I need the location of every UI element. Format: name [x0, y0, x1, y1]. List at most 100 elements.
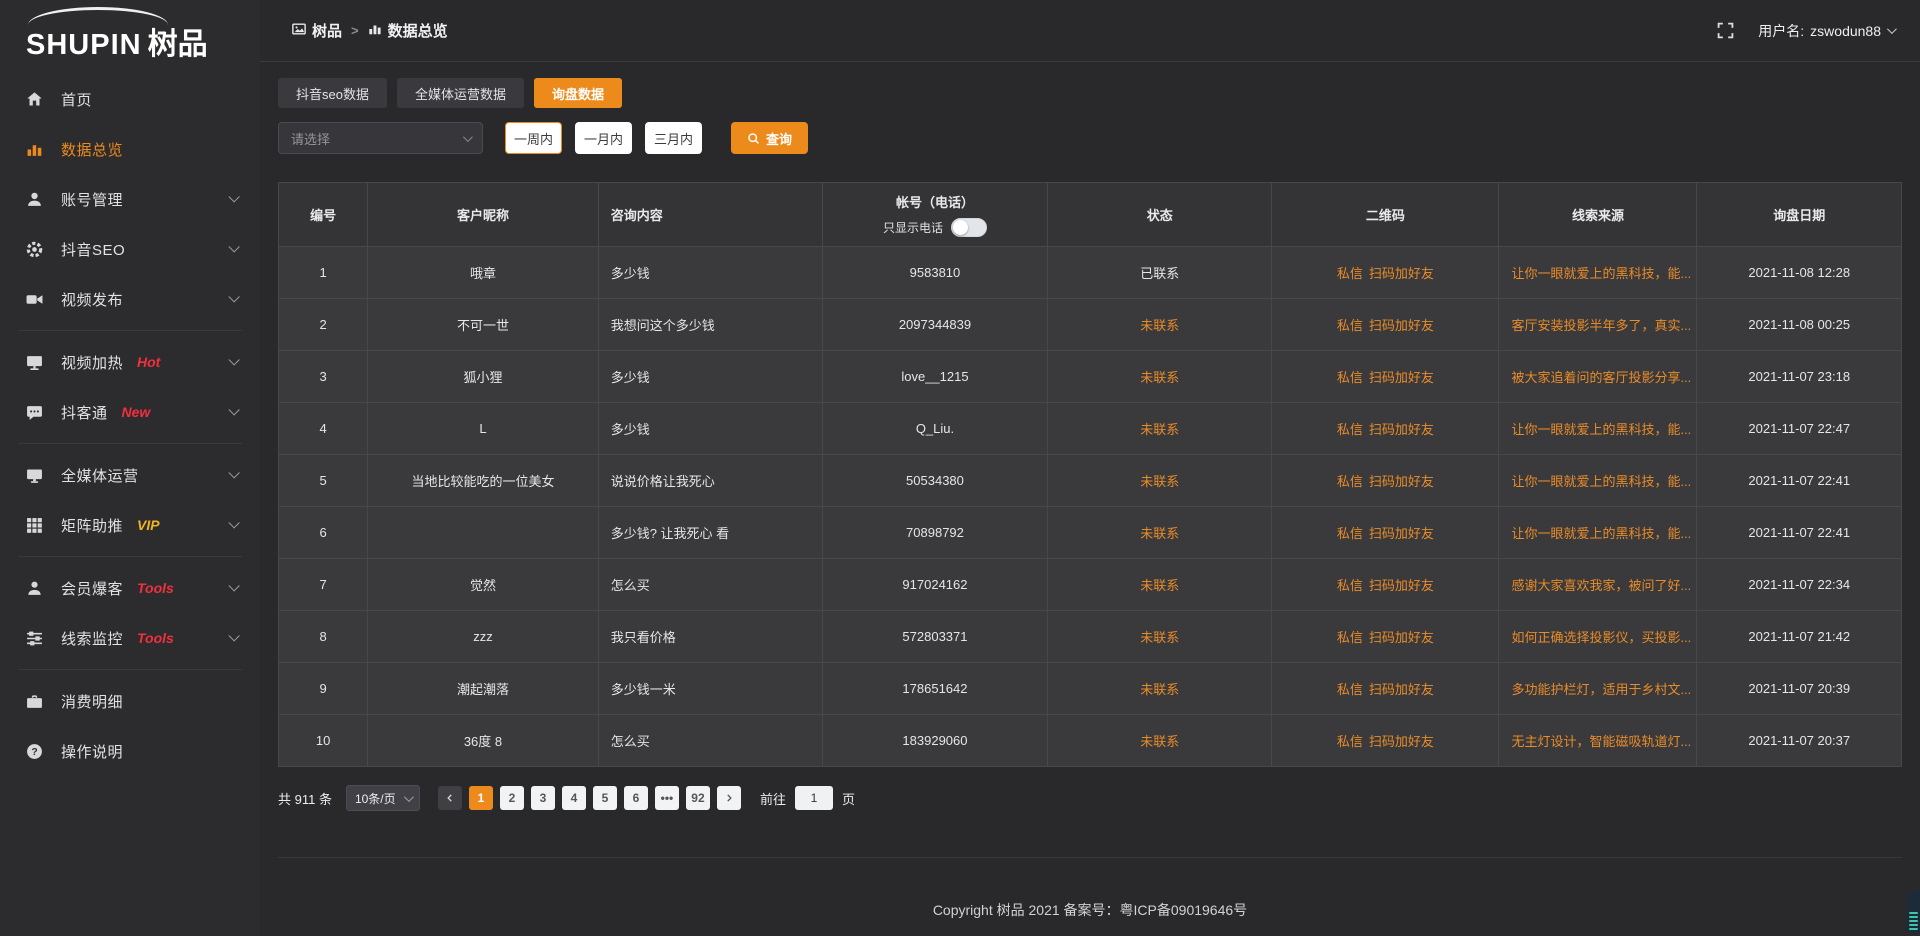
- source-link[interactable]: 如何正确选择投影仪，买投影...: [1511, 630, 1691, 645]
- source-link[interactable]: 让你一眼就爱上的黑科技，能...: [1511, 474, 1691, 489]
- qr-cell: 私信扫码加好友: [1272, 715, 1499, 767]
- source-link[interactable]: 被大家追着问的客厅投影分享...: [1511, 370, 1691, 385]
- source-link[interactable]: 无主灯设计，智能磁吸轨道灯...: [1511, 734, 1691, 749]
- sidebar-badge: Tools: [137, 580, 174, 596]
- chevron-down-icon: [228, 404, 239, 415]
- date-cell: 2021-11-07 22:34: [1697, 559, 1902, 611]
- qr-cell: 私信扫码加好友: [1272, 559, 1499, 611]
- picture-icon: [292, 22, 306, 40]
- floating-widget[interactable]: [1907, 891, 1920, 933]
- page-button-3[interactable]: 3: [531, 786, 555, 810]
- prev-page-button[interactable]: [438, 786, 462, 810]
- page-button-5[interactable]: 5: [593, 786, 617, 810]
- fullscreen-icon[interactable]: [1717, 22, 1734, 39]
- source-link[interactable]: 多功能护栏灯，适用于乡村文...: [1511, 682, 1691, 697]
- qr-action-link[interactable]: 私信: [1337, 315, 1363, 334]
- sidebar-item-label: 抖音SEO: [61, 239, 125, 260]
- qr-action-link[interactable]: 扫码加好友: [1369, 315, 1434, 334]
- qr-action-link[interactable]: 扫码加好友: [1369, 263, 1434, 282]
- source-link[interactable]: 让你一眼就爱上的黑科技，能...: [1511, 422, 1691, 437]
- table-body: 1哦章多少钱9583810已联系私信扫码加好友让你一眼就爱上的黑科技，能...2…: [279, 247, 1902, 767]
- phone-only-toggle[interactable]: [951, 218, 987, 237]
- qr-action-link[interactable]: 私信: [1337, 367, 1363, 386]
- source-link[interactable]: 让你一眼就爱上的黑科技，能...: [1511, 526, 1691, 541]
- source-cell: 无主灯设计，智能磁吸轨道灯...: [1499, 715, 1697, 767]
- range-button-2[interactable]: 三月内: [645, 122, 702, 154]
- qr-action-link[interactable]: 扫码加好友: [1369, 679, 1434, 698]
- next-page-button[interactable]: [717, 786, 741, 810]
- nickname-cell: 潮起潮落: [368, 663, 598, 715]
- status-badge: 未联系: [1140, 682, 1179, 697]
- source-link[interactable]: 客厅安装投影半年多了，真实...: [1511, 318, 1691, 333]
- page-button-1[interactable]: 1: [469, 786, 493, 810]
- qr-action-link[interactable]: 私信: [1337, 679, 1363, 698]
- tab-1[interactable]: 全媒体运营数据: [397, 78, 524, 108]
- qr-action-link[interactable]: 私信: [1337, 471, 1363, 490]
- filter-select[interactable]: 请选择: [278, 122, 483, 154]
- sidebar-item-home[interactable]: 首页: [0, 74, 260, 124]
- sidebar-item-person[interactable]: 会员爆客 Tools: [0, 563, 260, 613]
- qr-action-link[interactable]: 私信: [1337, 263, 1363, 282]
- breadcrumb-item-current[interactable]: 数据总览: [368, 20, 448, 41]
- chevron-down-icon: [228, 191, 239, 202]
- qr-action-link[interactable]: 私信: [1337, 419, 1363, 438]
- sidebar-item-monitor[interactable]: 全媒体运营: [0, 450, 260, 500]
- sidebar-item-screen[interactable]: 视频加热Hot: [0, 337, 260, 387]
- page-size-select[interactable]: 10条/页: [346, 785, 420, 811]
- nickname-cell: 当地比较能吃的一位美女: [368, 455, 598, 507]
- source-link[interactable]: 让你一眼就爱上的黑科技，能...: [1511, 266, 1691, 281]
- nickname-cell: [368, 507, 598, 559]
- table-row: 8zzz我只看价格572803371未联系私信扫码加好友如何正确选择投影仪，买投…: [279, 611, 1902, 663]
- jump-page-input[interactable]: [795, 786, 833, 810]
- qr-cell: 私信扫码加好友: [1272, 299, 1499, 351]
- sidebar-item-grid[interactable]: 矩阵助推VIP: [0, 500, 260, 550]
- content-cell: 多少钱: [598, 403, 822, 455]
- tab-2[interactable]: 询盘数据: [534, 78, 622, 108]
- qr-action-link[interactable]: 扫码加好友: [1369, 575, 1434, 594]
- column-header: 二维码: [1272, 183, 1499, 247]
- sidebar-divider: [18, 556, 242, 557]
- range-button-1[interactable]: 一月内: [575, 122, 632, 154]
- qr-action-link[interactable]: 私信: [1337, 627, 1363, 646]
- range-button-0[interactable]: 一周内: [505, 122, 562, 154]
- user-menu[interactable]: 用户名: zswodun88: [1758, 21, 1894, 41]
- breadcrumb-label: 树品: [312, 20, 342, 41]
- sidebar: SHUPIN 树品 首页数据总览账号管理抖音SEO视频发布视频加热Hot抖客通N…: [0, 0, 260, 936]
- qr-cell: 私信扫码加好友: [1272, 611, 1499, 663]
- sidebar-item-label: 视频发布: [61, 289, 123, 310]
- qr-action-link[interactable]: 扫码加好友: [1369, 419, 1434, 438]
- tab-0[interactable]: 抖音seo数据: [278, 78, 387, 108]
- qr-action-link[interactable]: 私信: [1337, 523, 1363, 542]
- qr-cell: 私信扫码加好友: [1272, 403, 1499, 455]
- sidebar-item-video[interactable]: 视频发布: [0, 274, 260, 324]
- page-button-2[interactable]: 2: [500, 786, 524, 810]
- page-button-92[interactable]: 92: [686, 786, 710, 810]
- sidebar-item-label: 会员爆客: [61, 578, 123, 599]
- sidebar-item-question[interactable]: ?操作说明: [0, 726, 260, 776]
- qr-action-link[interactable]: 扫码加好友: [1369, 731, 1434, 750]
- sidebar-item-chart[interactable]: 数据总览: [0, 124, 260, 174]
- sidebar-item-gear[interactable]: 抖音SEO: [0, 224, 260, 274]
- source-link[interactable]: 感谢大家喜欢我家，被问了好...: [1511, 578, 1691, 593]
- source-cell: 让你一眼就爱上的黑科技，能...: [1499, 403, 1697, 455]
- page-button-6[interactable]: 6: [624, 786, 648, 810]
- status-cell: 未联系: [1048, 403, 1272, 455]
- qr-action-link[interactable]: 扫码加好友: [1369, 523, 1434, 542]
- sidebar-item-sliders[interactable]: 线索监控Tools: [0, 613, 260, 663]
- qr-action-link[interactable]: 扫码加好友: [1369, 627, 1434, 646]
- qr-action-link[interactable]: 私信: [1337, 575, 1363, 594]
- sidebar-item-chat[interactable]: 抖客通New: [0, 387, 260, 437]
- sidebar-item-wallet[interactable]: 消费明细: [0, 676, 260, 726]
- qr-action-link[interactable]: 扫码加好友: [1369, 471, 1434, 490]
- question-icon: ?: [26, 742, 46, 760]
- jump-label-after: 页: [842, 789, 855, 808]
- qr-action-link[interactable]: 私信: [1337, 731, 1363, 750]
- breadcrumb-item-home[interactable]: 树品: [292, 20, 342, 41]
- sidebar-item-user[interactable]: 账号管理: [0, 174, 260, 224]
- search-button[interactable]: 查询: [731, 122, 808, 154]
- qr-action-link[interactable]: 扫码加好友: [1369, 367, 1434, 386]
- video-icon: [26, 290, 46, 308]
- page-ellipsis-button[interactable]: •••: [655, 786, 679, 810]
- page-button-4[interactable]: 4: [562, 786, 586, 810]
- chevron-down-icon: [1887, 24, 1897, 34]
